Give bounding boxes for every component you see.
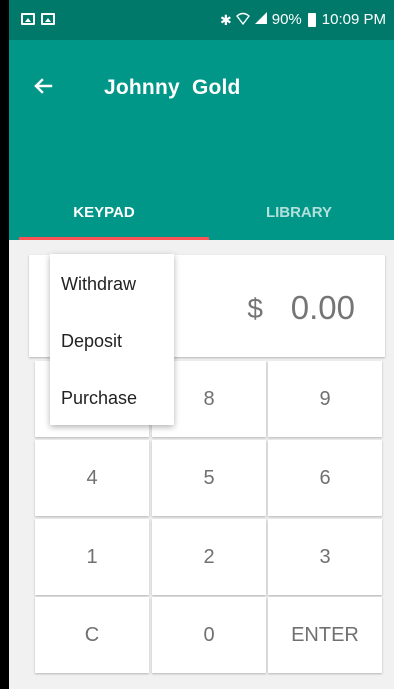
status-time: 10:09 PM <box>321 11 386 28</box>
battery-percent: 90% <box>271 11 302 28</box>
key-0[interactable]: 0 <box>152 597 266 673</box>
tab-library[interactable]: LIBRARY <box>204 204 394 240</box>
signal-icon <box>254 11 268 28</box>
back-button[interactable] <box>29 72 57 100</box>
bluetooth-icon: ✱ <box>220 11 232 28</box>
key-1[interactable]: 1 <box>35 519 149 595</box>
status-right: ✱ 90% 10:09 PM <box>220 11 386 28</box>
amount-value: 0.00 <box>290 289 355 326</box>
currency-symbol: $ <box>247 293 263 324</box>
image-icon <box>41 13 55 25</box>
menu-item-withdraw[interactable]: Withdraw <box>61 274 171 295</box>
tab-keypad[interactable]: KEYPAD <box>9 204 199 240</box>
status-left-icons <box>21 13 55 25</box>
key-4[interactable]: 4 <box>35 440 149 516</box>
phone-screen: ✱ 90% 10:09 PM Johnny Gold KEYPAD LIBRAR… <box>9 0 394 689</box>
menu-item-purchase[interactable]: Purchase <box>61 388 171 409</box>
gallery-icon <box>21 13 35 25</box>
key-clear[interactable]: C <box>35 597 149 673</box>
key-3[interactable]: 3 <box>268 519 382 595</box>
status-bar: ✱ 90% 10:09 PM <box>9 0 394 40</box>
transaction-type-menu: Withdraw Deposit Purchase <box>50 254 174 425</box>
arrow-left-icon <box>34 78 53 94</box>
page-title: Johnny Gold <box>104 76 241 99</box>
app-bar: Johnny Gold KEYPAD LIBRARY <box>9 40 394 240</box>
key-2[interactable]: 2 <box>152 519 266 595</box>
key-6[interactable]: 6 <box>268 440 382 516</box>
key-9[interactable]: 9 <box>268 361 382 437</box>
battery-icon <box>307 12 316 27</box>
wifi-icon <box>235 11 250 28</box>
menu-item-deposit[interactable]: Deposit <box>61 331 171 352</box>
key-5[interactable]: 5 <box>152 440 266 516</box>
enter-button[interactable]: ENTER <box>268 597 382 673</box>
